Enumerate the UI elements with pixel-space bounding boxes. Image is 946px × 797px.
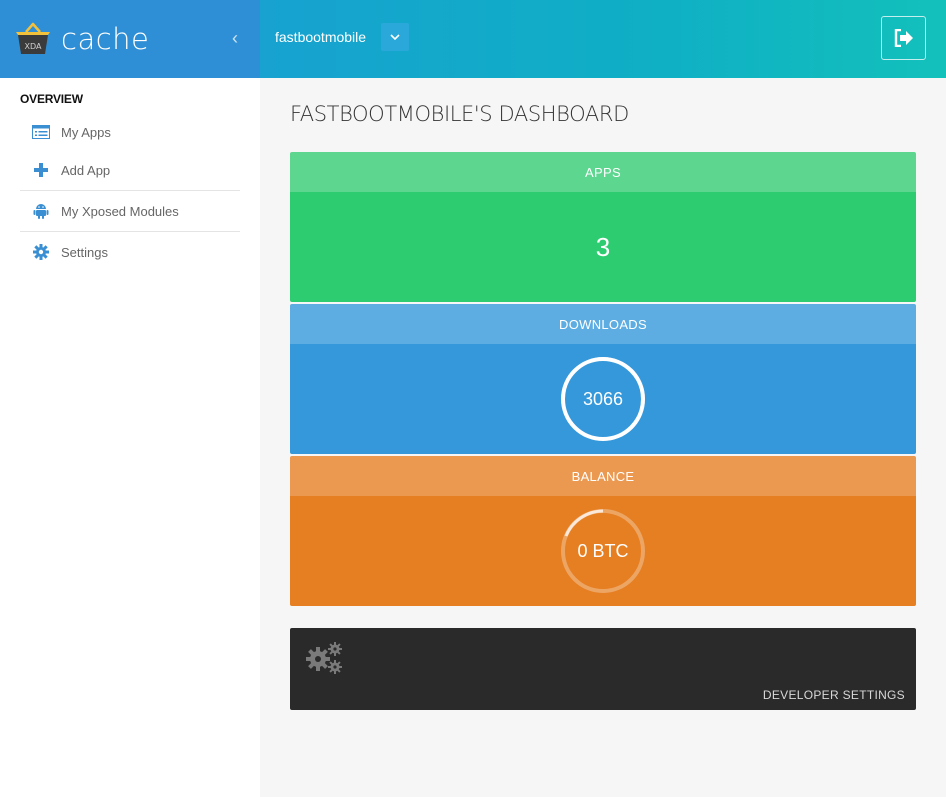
logout-button[interactable] xyxy=(881,16,926,60)
developer-settings-label: DEVELOPER SETTINGS xyxy=(762,688,905,702)
sidebar: OVERVIEW My Apps Add App My Xposed Modul… xyxy=(0,78,260,797)
downloads-card: DOWNLOADS 3066 xyxy=(290,304,916,454)
sidebar-item-label: Settings xyxy=(61,244,108,260)
brand-area: XDA cache ‹ xyxy=(0,0,260,78)
sidebar-item-label: Add App xyxy=(61,162,111,178)
chevron-down-icon xyxy=(390,33,400,40)
downloads-progress-ring: 3066 xyxy=(560,356,646,442)
apps-card: APPS 3 xyxy=(290,152,916,302)
android-icon xyxy=(32,202,50,220)
header-bar: fastbootmobile xyxy=(260,0,946,78)
balance-card: BALANCE 0 BTC xyxy=(290,456,916,606)
balance-progress-ring: 0 BTC xyxy=(560,508,646,594)
sidebar-item-my-xposed-modules[interactable]: My Xposed Modules xyxy=(20,192,240,230)
list-icon xyxy=(32,123,50,141)
user-menu-dropdown-button[interactable] xyxy=(381,23,409,51)
sidebar-item-label: My Xposed Modules xyxy=(61,203,179,219)
apps-card-header: APPS xyxy=(290,152,916,192)
developer-settings-card[interactable]: DEVELOPER SETTINGS xyxy=(290,628,916,710)
username-label: fastbootmobile xyxy=(275,29,367,45)
gear-icon xyxy=(32,243,50,261)
plus-icon xyxy=(32,161,50,179)
collapse-sidebar-chevron-icon[interactable]: ‹ xyxy=(232,28,238,49)
sidebar-item-my-apps[interactable]: My Apps xyxy=(20,113,240,151)
top-bar: XDA cache ‹ fastbootmobile xyxy=(0,0,946,78)
apps-count-value: 3 xyxy=(290,192,916,302)
sidebar-section-title: OVERVIEW xyxy=(20,92,83,106)
gears-icon xyxy=(306,642,342,674)
sign-out-icon xyxy=(894,29,913,47)
main-content: FASTBOOTMOBILE'S DASHBOARD APPS 3 DOWNLO… xyxy=(260,78,946,797)
brand-name: cache xyxy=(61,22,150,56)
balance-value: 0 BTC xyxy=(577,540,629,561)
downloads-card-header: DOWNLOADS xyxy=(290,304,916,344)
sidebar-item-add-app[interactable]: Add App xyxy=(20,151,240,189)
page-title: FASTBOOTMOBILE'S DASHBOARD xyxy=(290,102,629,126)
logo-lettering: XDA xyxy=(25,42,43,51)
downloads-count-value: 3066 xyxy=(582,388,624,409)
sidebar-item-label: My Apps xyxy=(61,124,111,140)
sidebar-divider xyxy=(20,190,240,191)
xda-basket-logo-icon: XDA xyxy=(16,22,50,54)
sidebar-divider xyxy=(20,231,240,232)
sidebar-item-settings[interactable]: Settings xyxy=(20,233,240,271)
balance-card-header: BALANCE xyxy=(290,456,916,496)
